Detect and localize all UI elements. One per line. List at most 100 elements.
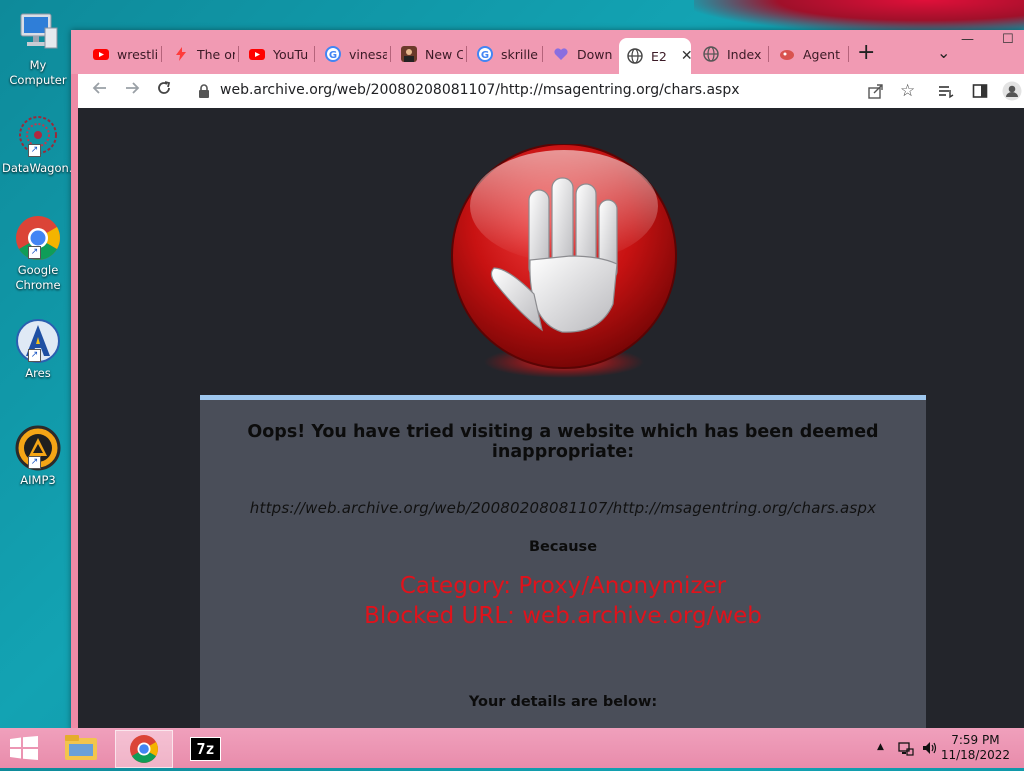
forward-button[interactable]: [120, 80, 144, 102]
desktop-icon-my-computer[interactable]: My Computer: [2, 10, 74, 88]
tab-label: E2: [651, 48, 667, 64]
share-icon[interactable]: [868, 83, 884, 103]
close-tab-icon[interactable]: ✕: [681, 48, 691, 64]
wallpaper-accent: [694, 0, 1024, 32]
desktop-icon-label: My Computer: [9, 58, 67, 87]
clock-date: 11/18/2022: [940, 748, 1010, 762]
tab-label: New C: [425, 46, 463, 62]
desktop-icon-aimp3[interactable]: ↗ AIMP3: [2, 425, 74, 488]
tab-search-dropdown-icon[interactable]: ⌄: [937, 43, 950, 62]
tab-youtube[interactable]: YouTu: [241, 41, 311, 67]
maximize-button[interactable]: ☐: [1002, 32, 1014, 47]
shortcut-arrow-icon: ↗: [28, 349, 41, 362]
tab-label: Down: [577, 46, 613, 62]
block-notice-panel: Oops! You have tried visiting a website …: [200, 395, 926, 730]
shortcut-arrow-icon: ↗: [28, 246, 41, 259]
tab-wrestling[interactable]: wrestli: [85, 41, 157, 67]
block-url-rule: Blocked URL: web.archive.org/web: [364, 603, 762, 629]
avatar-icon: [401, 46, 417, 62]
google-icon: G: [325, 46, 341, 62]
details-heading: Your details are below:: [468, 694, 658, 710]
network-icon[interactable]: [898, 740, 914, 760]
ares-icon: ↗: [15, 318, 61, 364]
block-reason: Category: Proxy/Anonymizer Blocked URL: …: [200, 571, 926, 631]
desktop-icon-label: AIMP3: [20, 473, 56, 487]
tab-separator: [768, 46, 769, 62]
globe-icon: [703, 46, 719, 62]
tab-label: YouTu: [273, 46, 309, 62]
tab-separator: [542, 46, 543, 62]
tab-separator: [314, 46, 315, 62]
browser-window: wrestli The or YouTu G vinesa New C G sk…: [71, 30, 1024, 730]
chrome-icon: ↗: [15, 215, 61, 261]
reload-icon: [158, 81, 171, 94]
tab-separator: [161, 46, 162, 62]
windows-logo-icon: [10, 736, 38, 760]
volume-icon[interactable]: [921, 740, 939, 760]
svg-text:G: G: [329, 50, 337, 61]
start-button[interactable]: [10, 736, 38, 764]
tab-separator: [466, 46, 467, 62]
profile-avatar-icon[interactable]: [1002, 81, 1022, 105]
tab-strip: wrestli The or YouTu G vinesa New C G sk…: [71, 30, 1024, 74]
tab-separator: [848, 46, 849, 62]
desktop-icon-label: DataWagon...: [2, 161, 80, 175]
tab-separator: [238, 46, 239, 62]
desktop-icon-label: Google Chrome: [15, 263, 61, 292]
tab-label: wrestli: [117, 46, 157, 62]
youtube-icon: [93, 46, 109, 62]
back-button[interactable]: [88, 80, 112, 102]
lock-icon[interactable]: [198, 83, 209, 98]
tab-label: The or: [197, 46, 235, 62]
desktop-icon-google-chrome[interactable]: ↗ Google Chrome: [2, 215, 74, 293]
block-category: Category: Proxy/Anonymizer: [399, 573, 727, 599]
taskbar-7zip[interactable]: 7z: [177, 730, 233, 766]
taskbar-chrome[interactable]: [115, 730, 173, 768]
taskbar: 7z ▲ 7:59 PM 11/18/2022: [0, 728, 1024, 768]
new-tab-button[interactable]: +: [857, 41, 875, 65]
tab-label: skrille: [501, 46, 538, 62]
taskbar-file-explorer[interactable]: [53, 730, 109, 766]
tab-label: Agent: [803, 46, 840, 62]
bolt-icon: [173, 46, 189, 62]
tab-label: vinesa: [349, 46, 387, 62]
blocked-heading: Oops! You have tried visiting a website …: [247, 422, 879, 462]
youtube-icon: [249, 46, 265, 62]
seven-zip-icon: 7z: [190, 737, 221, 761]
tab-index[interactable]: Index: [695, 41, 765, 67]
shortcut-arrow-icon: ↗: [28, 456, 41, 469]
tab-label: Index: [727, 46, 762, 62]
reading-list-icon[interactable]: [938, 83, 954, 103]
datawagon-icon: ↗: [15, 113, 61, 159]
tab-vinesa[interactable]: G vinesa: [317, 41, 387, 67]
computer-icon: [15, 10, 61, 56]
desktop-icon-ares[interactable]: ↗ Ares: [2, 318, 74, 381]
tab-the-or[interactable]: The or: [165, 41, 235, 67]
forward-arrow-icon: [126, 82, 140, 94]
svg-text:G: G: [481, 50, 489, 61]
bookmark-star-icon[interactable]: ☆: [900, 81, 915, 101]
browser-toolbar: web.archive.org/web/20080208081107/http:…: [78, 74, 1024, 108]
tab-separator: [390, 46, 391, 62]
back-arrow-icon: [92, 82, 106, 94]
tab-skrillex[interactable]: G skrille: [469, 41, 539, 67]
globe-icon: [627, 48, 643, 64]
tray-overflow-icon[interactable]: ▲: [877, 742, 884, 752]
tab-new-c[interactable]: New C: [393, 41, 463, 67]
clock-time: 7:59 PM: [951, 733, 1000, 747]
minimize-button[interactable]: —: [961, 32, 974, 47]
chrome-icon: [130, 735, 158, 763]
stop-hand-icon: [450, 143, 678, 380]
tab-e2-active[interactable]: E2 ✕: [619, 38, 691, 74]
desktop-icon-datawagon[interactable]: ↗ DataWagon...: [2, 113, 80, 176]
google-icon: G: [477, 46, 493, 62]
page-viewport: Oops! You have tried visiting a website …: [78, 108, 1024, 730]
reload-button[interactable]: [152, 80, 176, 102]
system-clock[interactable]: 7:59 PM 11/18/2022: [941, 733, 1010, 763]
desktop-icon-label: Ares: [25, 366, 51, 380]
address-bar[interactable]: web.archive.org/web/20080208081107/http:…: [220, 82, 740, 98]
tab-download[interactable]: Down: [545, 41, 615, 67]
tab-agent[interactable]: Agent: [771, 41, 845, 67]
aimp-icon: ↗: [15, 425, 61, 471]
side-panel-icon[interactable]: [972, 83, 988, 103]
